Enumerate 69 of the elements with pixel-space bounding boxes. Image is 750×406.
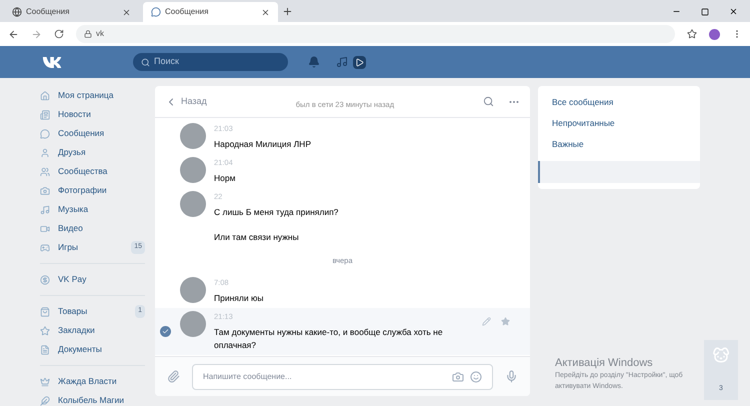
sidebar-item[interactable]: Документы	[40, 340, 145, 359]
message-text: Там документы нужны какие-то, и вообще служба хоть не оплачная?	[214, 326, 444, 352]
paperclip-icon[interactable]	[167, 370, 180, 383]
filter-item[interactable]: Все сообщения	[538, 92, 700, 113]
message-text: Норм	[214, 172, 236, 185]
close-icon[interactable]	[122, 8, 131, 16]
sidebar-item[interactable]: Фотографии	[40, 181, 145, 200]
sidebar-item[interactable]: Моя страница	[40, 86, 145, 105]
sidebar-item[interactable]: Закладки	[40, 321, 145, 340]
menu-item-icon	[40, 166, 50, 176]
menu-item-icon	[40, 274, 50, 284]
sidebar-item[interactable]: Сообщества	[40, 162, 145, 181]
lock-icon	[84, 30, 92, 38]
menu-item-icon	[40, 110, 50, 120]
menu-item-icon	[40, 128, 50, 138]
menu-item-icon	[40, 148, 50, 158]
menu-item-icon	[40, 396, 50, 406]
sidebar-item[interactable]: Видео	[40, 219, 145, 238]
selected-check-icon	[160, 326, 171, 337]
avatar	[180, 311, 206, 337]
profile-avatar[interactable]	[709, 28, 720, 40]
menu-item-icon	[40, 204, 50, 214]
search-icon[interactable]	[483, 96, 494, 107]
back-button[interactable]: Назад	[165, 94, 207, 108]
globe-icon	[12, 7, 22, 17]
avatar	[180, 191, 206, 217]
search-icon	[141, 58, 150, 66]
close-icon[interactable]	[261, 8, 270, 16]
sidebar-item[interactable]: Музыка	[40, 200, 145, 219]
filter-item[interactable]: Важные	[538, 134, 700, 155]
music-icon[interactable]	[336, 56, 348, 68]
vk-logo[interactable]	[42, 56, 64, 68]
vk-tab-icon	[151, 7, 161, 17]
new-tab-icon[interactable]	[282, 6, 293, 17]
star-icon[interactable]	[687, 29, 697, 39]
reload-icon[interactable]	[54, 29, 64, 39]
menu-item-icon	[40, 326, 50, 336]
sidebar-item[interactable]: Колыбель Магии	[40, 391, 145, 406]
bell-icon[interactable]	[308, 56, 320, 68]
close-window-icon[interactable]	[729, 7, 738, 16]
sidebar-item[interactable]: Жажда Власти	[40, 372, 145, 391]
message-text: Приняли юы	[214, 292, 264, 305]
menu-item-icon	[40, 186, 50, 196]
message-text: Или там связи нужны	[214, 231, 300, 244]
dog-icon	[712, 346, 730, 364]
menu-item-icon	[40, 344, 50, 354]
avatar	[180, 123, 206, 149]
restore-icon[interactable]	[701, 8, 709, 16]
sidebar-item[interactable]: VK Pay	[40, 270, 145, 289]
menu-item-icon	[40, 242, 50, 252]
sidebar-item[interactable]: Друзья	[40, 143, 145, 162]
filter-item[interactable]: Непрочитанные	[538, 113, 700, 134]
play-icon[interactable]	[353, 56, 366, 68]
message-text: Народная Милиция ЛНР	[214, 138, 312, 151]
back-icon[interactable]	[8, 28, 19, 40]
message-text: С лишь Б меня туда принялип?	[214, 206, 340, 219]
activation-title: Активація Windows	[555, 356, 654, 370]
menu-item-icon	[40, 376, 50, 386]
menu-item-icon	[40, 306, 50, 316]
url-field[interactable]: vk	[76, 25, 675, 43]
browser-tab[interactable]: Сообщения	[143, 2, 278, 22]
avatar	[180, 277, 206, 303]
sidebar-item[interactable]: Новости	[40, 105, 145, 124]
menu-item-icon	[40, 224, 50, 234]
sidebar-item[interactable]: Сообщения	[40, 124, 145, 143]
menu-item-icon	[40, 90, 50, 100]
avatar	[180, 157, 206, 183]
search-field[interactable]: Поиск	[133, 53, 288, 71]
star-icon[interactable]	[501, 317, 510, 326]
